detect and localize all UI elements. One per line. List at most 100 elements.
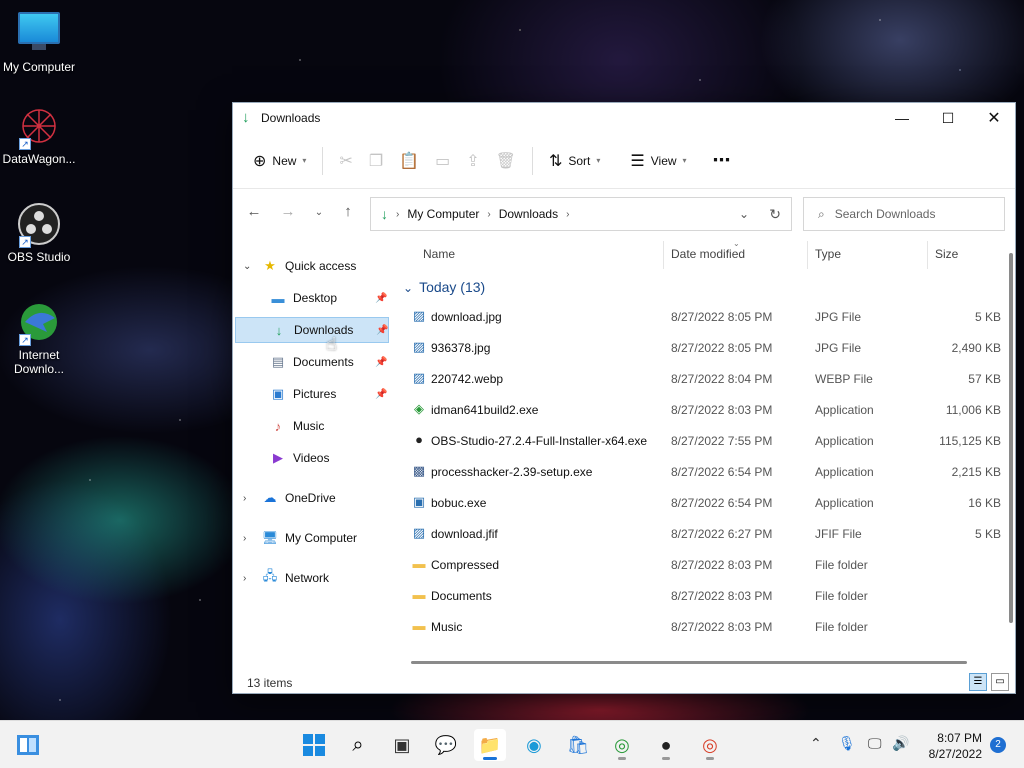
search-box[interactable]: ⌕ Search Downloads (803, 197, 1005, 231)
chrome-button[interactable]: ◎ (694, 729, 726, 761)
sidebar-item-pictures[interactable]: ▣ Pictures 📌 (233, 381, 393, 407)
sidebar-item-downloads[interactable]: ↓ Downloads 📌 (235, 317, 389, 343)
forward-button[interactable]: → (276, 203, 300, 220)
close-button[interactable]: ✕ (971, 103, 1017, 133)
column-divider[interactable] (807, 241, 808, 269)
file-row[interactable]: ▨ 220742.webp 8/27/2022 8:04 PM WEBP File 57… (393, 363, 1001, 394)
address-bar[interactable]: ↓ › My Computer › Downloads › ⌄ ↻ (370, 197, 792, 231)
file-row[interactable]: ▬ Compressed 8/27/2022 8:03 PM File folder (393, 549, 1001, 580)
image-file-icon: ▨ (412, 370, 426, 385)
file-row[interactable]: ● OBS-Studio-27.2.4-Full-Installer-x64.ex… (393, 425, 1001, 456)
address-history-chevron-icon[interactable]: ⌄ (739, 207, 749, 221)
more-options-button[interactable]: ⋯ (705, 144, 739, 177)
chat-button[interactable]: 💬 (430, 729, 462, 761)
obs-installer-icon: ● (415, 432, 423, 447)
file-list: Name Date modified ⌄ Type Size ⌄ Today (1… (393, 239, 1001, 659)
store-button[interactable]: 🛍 (562, 729, 594, 761)
sidebar-item-documents[interactable]: ▤ Documents 📌 (233, 349, 393, 375)
chrome-profile-button[interactable]: ◎ (606, 729, 638, 761)
sort-button[interactable]: ⇅ Sort ▾ (541, 145, 608, 177)
file-row[interactable]: ▩ processhacker-2.39-setup.exe 8/27/2022 6… (393, 456, 1001, 487)
up-button[interactable]: ↑ (336, 203, 360, 220)
sidebar-item-label: Downloads (294, 323, 354, 337)
cut-button[interactable]: ✂ (331, 145, 360, 177)
maximize-button[interactable]: ☐ (925, 103, 971, 133)
file-row[interactable]: ▨ 936378.jpg 8/27/2022 8:05 PM JPG File 2,49… (393, 332, 1001, 363)
microphone-icon[interactable]: 🎙 (838, 735, 856, 752)
desktop-icon-datawagon[interactable]: ↗ DataWagon... (0, 104, 78, 166)
obs-taskbar-button[interactable]: ● (650, 729, 682, 761)
title-bar[interactable]: ↓ Downloads — ☐ ✕ (233, 103, 1015, 133)
edge-button[interactable]: ◉ (518, 729, 550, 761)
new-button[interactable]: ⊕ New ▾ (245, 145, 314, 177)
column-header-size[interactable]: Size (935, 247, 958, 269)
volume-icon[interactable]: 🔊 (892, 735, 909, 752)
file-row[interactable]: ▨ download.jpg 8/27/2022 8:05 PM JPG File 5 … (393, 301, 1001, 332)
show-hidden-icons-button[interactable]: ⌃ (810, 735, 822, 752)
breadcrumb-downloads[interactable]: Downloads (499, 207, 558, 221)
sidebar-item-network[interactable]: › 🖧 Network (233, 565, 393, 591)
desktop-icon-my-computer[interactable]: My Computer (0, 8, 78, 74)
search-button[interactable]: ⌕ (342, 729, 374, 761)
minimize-button[interactable]: — (879, 103, 925, 133)
sidebar-item-videos[interactable]: ▶ Videos (233, 445, 393, 471)
paste-button[interactable]: 📋 (391, 145, 427, 177)
column-header-type[interactable]: Type (815, 247, 841, 269)
active-indicator (483, 757, 497, 760)
file-row[interactable]: ▬ Documents 8/27/2022 8:03 PM File folder (393, 580, 1001, 611)
obs-icon: ↗ (17, 202, 61, 248)
chevron-down-icon: ▾ (302, 156, 307, 165)
file-row[interactable]: ▣ bobuc.exe 8/27/2022 6:54 PM Application 16… (393, 487, 1001, 518)
task-view-button[interactable]: ▣ (386, 729, 418, 761)
file-name: bobuc.exe (431, 496, 487, 510)
column-header-name[interactable]: Name (423, 247, 455, 269)
folder-icon: 📁 (478, 734, 502, 755)
file-name: OBS-Studio-27.2.4-Full-Installer-x64.exe (431, 434, 648, 448)
column-divider[interactable] (927, 241, 928, 269)
desktop-icon: ▬ (271, 290, 285, 306)
column-header-date[interactable]: Date modified (671, 247, 745, 269)
file-row[interactable]: ◈ idman641build2.exe 8/27/2022 8:03 PM Appl… (393, 394, 1001, 425)
desktop-icon-obs[interactable]: ↗ OBS Studio (0, 202, 78, 264)
file-row[interactable]: ▬ Music 8/27/2022 8:03 PM File folder (393, 611, 1001, 642)
search-input[interactable]: Search Downloads (835, 207, 936, 221)
copy-button[interactable]: ❐ (361, 145, 391, 177)
file-size: 5 KB (974, 310, 1001, 324)
group-header[interactable]: ⌄ Today (13) (403, 279, 485, 295)
file-type: File folder (815, 620, 868, 634)
download-arrow-icon: ↓ (381, 206, 388, 222)
horizontal-scrollbar[interactable] (411, 661, 967, 664)
breadcrumb-my-computer[interactable]: My Computer (407, 207, 479, 221)
column-divider[interactable] (663, 241, 664, 269)
file-row[interactable]: ▨ download.jfif 8/27/2022 6:27 PM JFIF File… (393, 518, 1001, 549)
share-button[interactable]: ⇪ (458, 145, 487, 177)
sidebar-item-onedrive[interactable]: › ☁ OneDrive (233, 485, 393, 511)
details-view-button[interactable]: ☰ (969, 673, 987, 691)
sidebar-item-label: Pictures (293, 387, 337, 401)
vertical-scrollbar[interactable] (1009, 253, 1013, 623)
file-type: JPG File (815, 310, 862, 324)
chat-icon: 💬 (434, 734, 458, 755)
sidebar-item-my-computer[interactable]: › 🖥 My Computer (233, 525, 393, 551)
desktop-icon-internet-download-manager[interactable]: ↗ Internet Downlo... (0, 300, 78, 376)
back-button[interactable]: ← (242, 203, 266, 220)
network-status-icon[interactable]: 🖵 (868, 735, 882, 752)
start-button[interactable] (298, 729, 330, 761)
running-indicator (706, 757, 714, 760)
group-label: Today (13) (419, 279, 486, 295)
refresh-icon[interactable]: ↻ (769, 206, 781, 223)
widgets-button[interactable] (12, 729, 44, 761)
sidebar-item-quick-access[interactable]: ⌄ ★ Quick access (233, 253, 393, 279)
notification-badge[interactable]: 2 (990, 737, 1006, 753)
recent-locations-button[interactable]: ⌄ (307, 207, 331, 218)
file-explorer-taskbar-button[interactable]: 📁 (474, 729, 506, 761)
view-button[interactable]: ☰ View ▾ (622, 145, 694, 177)
file-date-modified: 8/27/2022 8:03 PM (671, 403, 773, 417)
delete-button[interactable]: 🗑 (488, 145, 524, 177)
clock[interactable]: 8:07 PM 8/27/2022 (929, 730, 982, 762)
sidebar-item-desktop[interactable]: ▬ Desktop 📌 (233, 285, 393, 311)
rename-button[interactable]: ▭ (427, 145, 458, 177)
obs-icon: ● (660, 734, 672, 755)
sidebar-item-music[interactable]: ♪ Music (233, 413, 393, 439)
tiles-view-button[interactable]: ▭ (991, 673, 1009, 691)
